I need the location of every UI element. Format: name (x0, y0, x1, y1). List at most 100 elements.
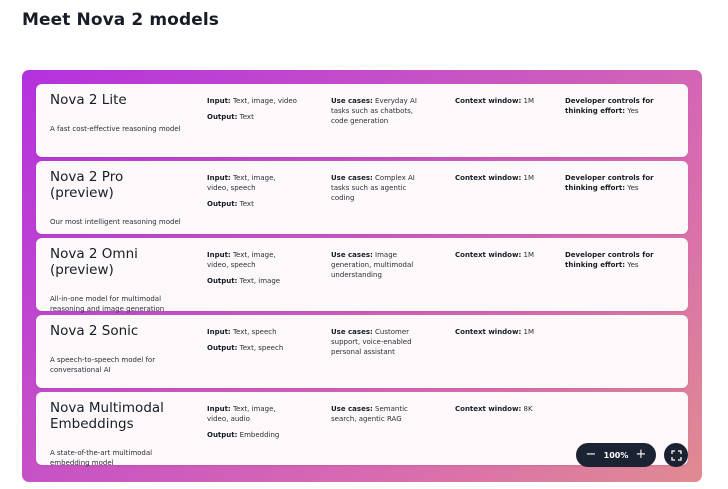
model-context-value: 1M (523, 328, 535, 336)
model-developer-controls-line: Developer controls for (565, 173, 675, 183)
model-developer-controls-line: Developer controls for (565, 250, 675, 260)
model-description: All-in-one model for multimodal reasoning… (50, 294, 200, 314)
model-output-value: Text, image (239, 277, 281, 285)
model-developer-controls-line: Developer controls for (565, 96, 675, 106)
model-input: Input: Text, image, video, speech (207, 250, 317, 270)
model-input-value: Text, speech (232, 328, 277, 336)
model-input-value: Text, image, (232, 251, 276, 259)
model-developer-controls-label: Developer controls for (565, 97, 654, 105)
model-input-line: Input: Text, speech (207, 327, 317, 337)
model-name: Nova 2 Lite (50, 92, 200, 108)
model-output-value: Text, speech (239, 344, 284, 352)
model-developer-controls-line: thinking effort: Yes (565, 106, 675, 116)
model-use-cases-line: tasks such as chatbots, (331, 106, 443, 116)
model-use-cases-line: support, voice-enabled (331, 337, 443, 347)
model-use-cases-label: Use cases: (331, 405, 373, 413)
fullscreen-button[interactable] (664, 443, 688, 467)
model-name: Nova Multimodal Embeddings (50, 400, 200, 432)
model-description-line: embedding model (50, 459, 114, 467)
model-output-label: Output: (207, 200, 238, 208)
model-use-cases-line: Use cases: Customer (331, 327, 443, 337)
model-input-line: video, audio (207, 414, 317, 424)
models-panel: Nova 2 Lite A fast cost-effective reasoni… (22, 70, 702, 482)
model-use-cases-line: personal assistant (331, 347, 443, 357)
zoom-control: − 100% + (576, 443, 656, 467)
model-use-cases-value: search, agentic RAG (331, 415, 402, 423)
model-output-label: Output: (207, 113, 238, 121)
model-use-cases-label: Use cases: (331, 328, 373, 336)
fullscreen-icon (670, 449, 682, 461)
model-developer-controls-label: thinking effort: (565, 261, 626, 269)
model-developer-controls-label: Developer controls for (565, 174, 654, 182)
model-output-label: Output: (207, 344, 238, 352)
model-card: Nova 2 Sonic A speech-to-speech model for… (36, 315, 688, 388)
model-use-cases-value: Image (375, 251, 397, 259)
model-context-value: 1M (523, 251, 535, 259)
model-description: A state-of-the-art multimodal embedding m… (50, 448, 200, 468)
model-output-label: Output: (207, 277, 238, 285)
model-use-cases-value: Semantic (375, 405, 408, 413)
model-developer-controls-label: Developer controls for (565, 251, 654, 259)
model-input: Input: Text, speech (207, 327, 317, 337)
model-input: Input: Text, image, video (207, 96, 317, 106)
model-output: Output: Text, speech (207, 343, 317, 353)
model-context-label: Context window: (455, 97, 522, 105)
model-card: Nova 2 Pro (preview) Our most intelligent … (36, 161, 688, 234)
model-context-window: Context window: 1M (455, 327, 555, 337)
model-use-cases: Use cases: Everyday AI tasks such as chat… (331, 96, 443, 126)
model-context-label: Context window: (455, 328, 522, 336)
model-input-value: video, audio (207, 415, 250, 423)
zoom-out-button[interactable]: − (584, 448, 598, 462)
model-use-cases-value: tasks such as chatbots, (331, 107, 414, 115)
model-use-cases-label: Use cases: (331, 97, 373, 105)
model-context-label: Context window: (455, 405, 522, 413)
model-input-label: Input: (207, 174, 231, 182)
model-developer-controls-line: thinking effort: Yes (565, 183, 675, 193)
model-name-line: Nova 2 Lite (50, 92, 127, 108)
zoom-in-button[interactable]: + (634, 448, 648, 462)
model-use-cases-value: generation, multimodal (331, 261, 414, 269)
model-context-value: 1M (523, 174, 535, 182)
model-description-line: Our most intelligent reasoning model (50, 218, 181, 226)
model-name-line: Embeddings (50, 416, 134, 432)
model-input-line: Input: Text, image, (207, 173, 317, 183)
model-input: Input: Text, image, video, speech (207, 173, 317, 193)
model-use-cases-value: understanding (331, 271, 382, 279)
model-name: Nova 2 Omni (preview) (50, 246, 200, 278)
zoom-level: 100% (603, 450, 629, 460)
model-developer-controls: Developer controls for thinking effort: Y… (565, 250, 675, 270)
model-context-label: Context window: (455, 174, 522, 182)
model-use-cases: Use cases: Semantic search, agentic RAG (331, 404, 443, 424)
model-use-cases-line: coding (331, 193, 443, 203)
model-input-label: Input: (207, 328, 231, 336)
model-description-line: A fast cost-effective reasoning model (50, 125, 181, 133)
model-context-window: Context window: 1M (455, 250, 555, 260)
model-developer-controls-label: thinking effort: (565, 107, 626, 115)
model-context-window: Context window: 1M (455, 173, 555, 183)
model-use-cases-value: code generation (331, 117, 389, 125)
model-output-label: Output: (207, 431, 238, 439)
model-name-line: Nova Multimodal (50, 400, 164, 416)
model-input-value: Text, image, video (232, 97, 297, 105)
model-input-label: Input: (207, 251, 231, 259)
model-use-cases-value: personal assistant (331, 348, 395, 356)
model-use-cases: Use cases: Complex AI tasks such as agent… (331, 173, 443, 203)
model-context-value: 8K (523, 405, 533, 413)
model-context-window: Context window: 1M (455, 96, 555, 106)
model-use-cases-line: Use cases: Everyday AI (331, 96, 443, 106)
model-input-line: Input: Text, image, (207, 404, 317, 414)
model-use-cases-line: Use cases: Image (331, 250, 443, 260)
model-output: Output: Text (207, 112, 317, 122)
model-use-cases-line: Use cases: Semantic (331, 404, 443, 414)
model-output-value: Embedding (239, 431, 280, 439)
model-use-cases-line: search, agentic RAG (331, 414, 443, 424)
model-use-cases-value: support, voice-enabled (331, 338, 412, 346)
model-name: Nova 2 Pro (preview) (50, 169, 200, 201)
model-description-line: All-in-one model for multimodal (50, 295, 162, 303)
model-use-cases-line: generation, multimodal (331, 260, 443, 270)
model-output: Output: Text (207, 199, 317, 209)
model-context-value: 1M (523, 97, 535, 105)
model-developer-controls-line: thinking effort: Yes (565, 260, 675, 270)
model-use-cases-value: Complex AI (375, 174, 415, 182)
model-input-line: video, speech (207, 260, 317, 270)
